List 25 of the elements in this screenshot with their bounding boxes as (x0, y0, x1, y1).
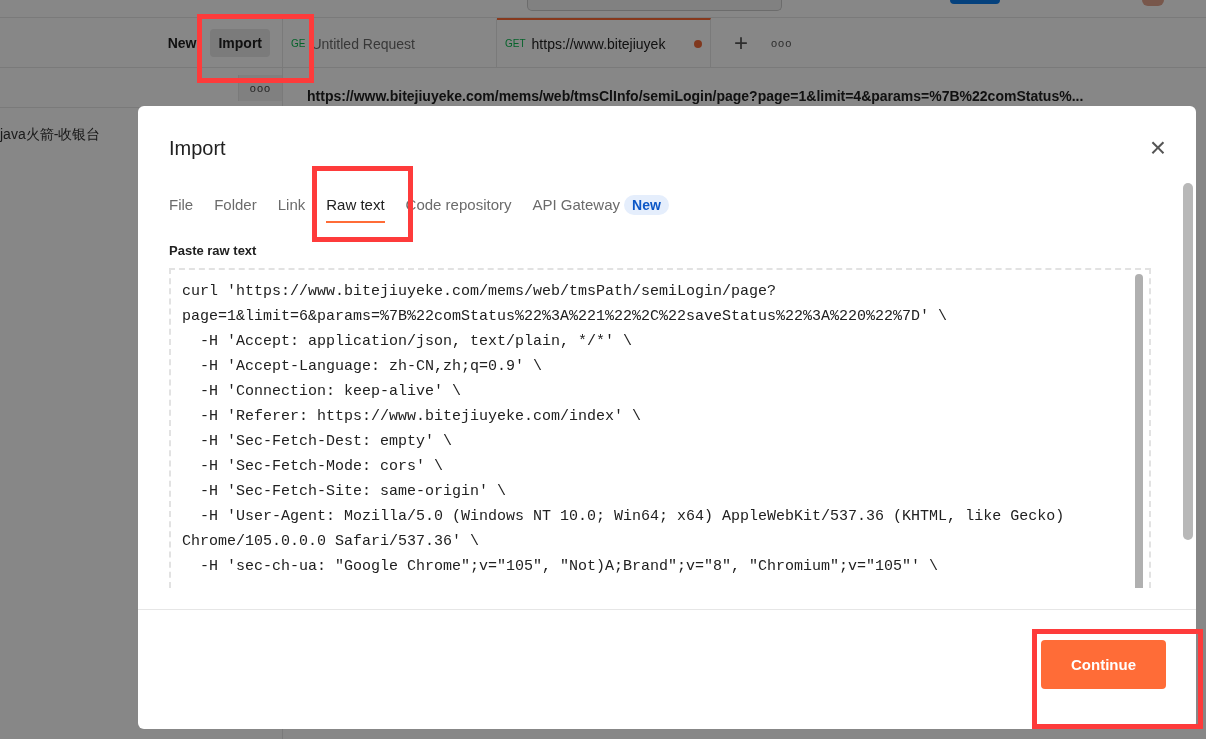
toolbar-button[interactable]: Import (210, 28, 270, 57)
more-button[interactable]: ooo (763, 18, 801, 67)
action-button[interactable] (950, 0, 1000, 4)
new-tab-button[interactable]: + (719, 18, 763, 67)
import-tab[interactable]: API Gateway (532, 193, 621, 223)
import-tab[interactable]: Folder (214, 193, 257, 223)
method-label: GE (291, 38, 306, 49)
raw-text-field[interactable]: curl 'https://www.bitejiuyeke.com/mems/web/tmsPath/semiLogin/page? page=1&limit=6&params=%7B%22comStatus%22%3A%221%22%2C%22saveStatus%22%3A%220%22%7D' \ -H 'Accept: application/json, text/plain, */*' \ -H 'Accept-Language: zh-CN,zh;q=0.9' \ -H 'Connection: keep-alive' \ -H 'Referer: https://www.bitejiuyeke.com/index' \ -H 'Sec-Fetch-Dest: empty' \ -H 'Sec-Fetch-Mode: cors' \ -H 'Sec-Fetch-Site: same-origin' \ -H 'User-Agent: Mozilla/5.0 (Windows NT 10.0; Win64; x64) AppleWebKit/537.36 (KHTML, like Gecko) Chrome/105.0.0.0 Safari/537.36' \ -H 'sec-ch-ua: "Google Chrome";v="105", "Not)A;Brand";v="8", "Chromium";v="105"' \ (169, 268, 1151, 588)
scrollbar[interactable] (1135, 274, 1143, 588)
field-label: Paste raw text (169, 243, 258, 258)
toolbar-button[interactable]: New (159, 28, 205, 57)
method-label: GET (505, 38, 526, 49)
scrollbar[interactable] (1183, 183, 1193, 540)
import-tab[interactable]: File (169, 193, 194, 223)
dialog-title: Import (169, 136, 226, 160)
url-text[interactable]: https://www.bitejiuyeke.com/mems/web/tmsClInfo/semiLogin/page?page=1&limit=4&params=%7B%22comStatus%... (283, 68, 1206, 104)
import-tab[interactable]: Raw text (326, 193, 385, 223)
continue-button[interactable]: Continue (1041, 640, 1166, 689)
search-field[interactable] (527, 0, 782, 11)
new-badge: New (624, 195, 669, 215)
close-button[interactable]: × (1149, 136, 1166, 160)
import-tab[interactable]: Link (277, 193, 306, 223)
request-tab[interactable]: GET https://www.bitejiuyek (497, 18, 711, 67)
avatar[interactable] (1142, 0, 1164, 6)
tab-title: https://www.bitejiuyek (531, 35, 666, 52)
